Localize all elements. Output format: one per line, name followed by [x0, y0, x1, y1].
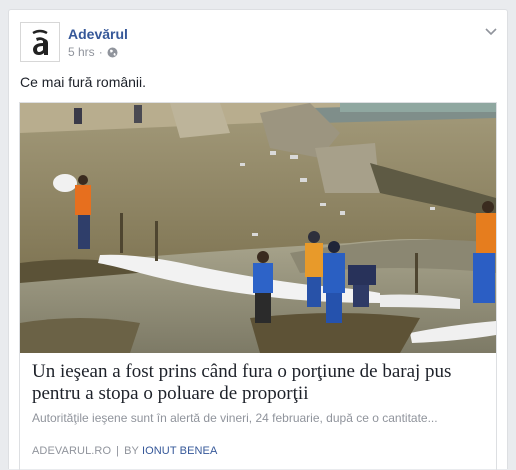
avatar[interactable] [20, 22, 60, 62]
author-link[interactable]: IONUT BENEA [142, 445, 217, 457]
page-name-link[interactable]: Adevărul [68, 26, 128, 42]
link-source: ADEVARUL.RO | BY IONUT BENEA [32, 445, 217, 457]
adevarul-logo-icon [32, 29, 48, 55]
source-divider: | [116, 445, 120, 457]
post-timestamp[interactable]: 5 hrs [68, 45, 95, 59]
link-preview-image[interactable] [20, 103, 496, 353]
link-attachment[interactable]: Un ieşean a fost prins când fura o porţi… [19, 102, 497, 470]
post-text: Ce mai fură românii. [20, 74, 147, 90]
link-domain: ADEVARUL.RO [32, 445, 112, 457]
link-title[interactable]: Un ieşean a fost prins când fura o porţi… [32, 361, 486, 405]
post-meta: 5 hrs · [68, 45, 118, 59]
chevron-down-icon[interactable] [484, 24, 498, 36]
feed-post: Adevărul 5 hrs · Ce mai fură românii. Un… [8, 9, 508, 470]
link-description: Autorităţile ieşene sunt în alertă de vi… [32, 411, 438, 425]
by-label: BY [124, 445, 139, 457]
meta-separator: · [98, 45, 103, 59]
link-body: Un ieşean a fost prins când fura o porţi… [32, 361, 486, 426]
flood-barrier-photo [20, 103, 496, 353]
globe-icon[interactable] [107, 47, 118, 58]
